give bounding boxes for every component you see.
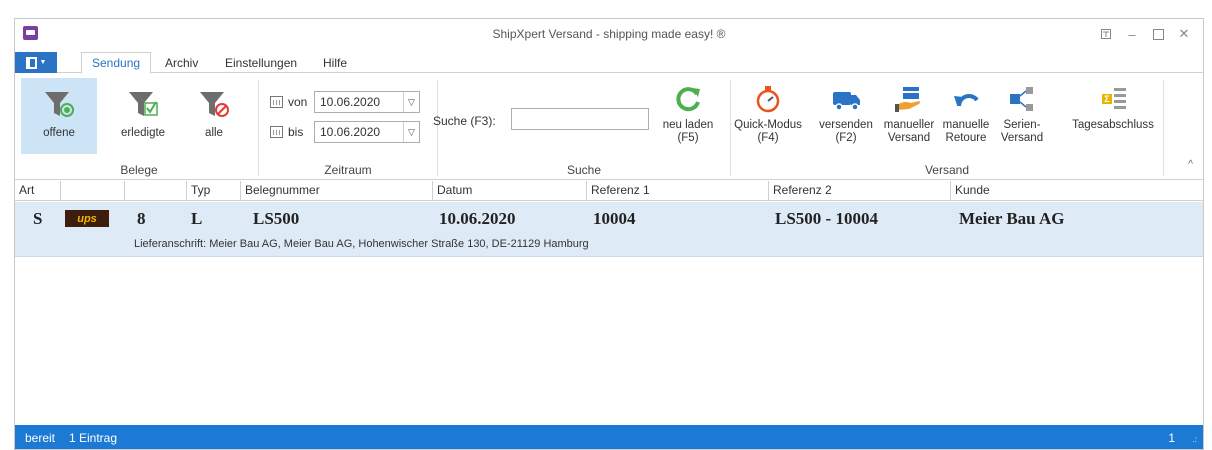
calendar-icon	[270, 96, 283, 108]
delivery-address: Lieferanschrift: Meier Bau AG, Meier Bau…	[134, 238, 589, 250]
app-window: ShipXpert Versand - shipping made easy! …	[14, 18, 1204, 450]
group-label-suche: Suche	[566, 163, 602, 177]
separator	[258, 80, 259, 176]
status-count: 1 Eintrag	[69, 431, 118, 445]
group-label-zeitraum: Zeitraum	[324, 163, 372, 177]
cell-belegnummer: LS500	[253, 209, 300, 228]
close-button[interactable]: ✕	[1171, 23, 1197, 45]
truck-icon	[833, 92, 860, 111]
column-datum[interactable]: Datum	[433, 181, 587, 201]
separator	[730, 80, 731, 176]
chevron-down-icon[interactable]: ▽	[403, 122, 419, 142]
group-label-belege: Belege	[120, 163, 158, 177]
cell-kunde: Meier Bau AG	[959, 209, 1065, 228]
column-typ[interactable]: Typ	[187, 181, 241, 201]
window-title: ShipXpert Versand - shipping made easy! …	[492, 27, 726, 41]
date-to-picker[interactable]: 10.06.2020 ▽	[314, 121, 420, 143]
resize-grip-icon[interactable]: .:	[1193, 435, 1197, 444]
svg-text:Σ: Σ	[1104, 94, 1110, 104]
hand-package-icon	[895, 87, 920, 112]
tab-sendung[interactable]: Sendung	[81, 52, 152, 74]
tab-archiv[interactable]: Archiv	[155, 54, 208, 74]
filter-done-icon	[129, 92, 158, 116]
cell-typ: L	[191, 209, 203, 228]
erledigte-button[interactable]: erledigte	[105, 78, 181, 154]
column-count[interactable]	[125, 181, 187, 201]
serial-send-button[interactable]: Serien- Versand	[997, 78, 1047, 154]
ribbon-tabs: ▼ Sendung Archiv Einstellungen Hilfe	[15, 49, 1203, 74]
column-carrier[interactable]	[61, 181, 125, 201]
collapse-ribbon-icon[interactable]: ^	[1188, 159, 1193, 170]
file-menu-button[interactable]: ▼	[15, 52, 57, 73]
maximize-button[interactable]	[1145, 23, 1171, 45]
column-referenz2[interactable]: Referenz 2	[769, 181, 951, 201]
cell-referenz1: 10004	[593, 209, 636, 228]
refresh-icon	[676, 87, 700, 112]
separator	[1163, 80, 1164, 176]
pin-icon[interactable]	[1093, 23, 1119, 45]
search-input[interactable]	[511, 108, 649, 130]
summary-list-icon: Σ	[1102, 88, 1126, 109]
filter-all-icon	[200, 92, 229, 117]
date-to-row: bis 10.06.2020 ▽	[270, 121, 420, 143]
status-state: bereit	[25, 431, 56, 445]
quick-mode-button[interactable]: Quick-Modus (F4)	[733, 78, 803, 154]
cell-datum: 10.06.2020	[439, 209, 516, 228]
filter-open-icon	[45, 92, 74, 117]
ribbon: offene erledigte alle Belege von 10.06.2…	[15, 74, 1203, 180]
ups-logo-icon: ups	[65, 210, 109, 227]
column-kunde[interactable]: Kunde	[951, 181, 1203, 201]
column-referenz1[interactable]: Referenz 1	[587, 181, 769, 201]
manual-send-button[interactable]: manueller Versand	[881, 78, 937, 154]
cell-referenz2: LS500 - 10004	[775, 209, 878, 228]
status-page: 1	[1168, 431, 1175, 445]
stopwatch-icon	[756, 86, 780, 113]
offene-button[interactable]: offene	[21, 78, 97, 154]
menu-icon	[25, 56, 37, 69]
alle-button[interactable]: alle	[185, 78, 243, 154]
manual-return-button[interactable]: manuelle Retoure	[939, 78, 993, 154]
status-bar: bereit 1 Eintrag 1 .:	[15, 425, 1203, 449]
chevron-down-icon[interactable]: ▽	[403, 92, 419, 112]
cell-count: 8	[137, 209, 146, 228]
date-from-picker[interactable]: 10.06.2020 ▽	[314, 91, 420, 113]
cell-art: S	[33, 209, 43, 228]
minimize-button[interactable]: –	[1119, 23, 1145, 45]
table-header: Art Typ Belegnummer Datum Referenz 1 Ref…	[15, 181, 1203, 201]
tab-einstellungen[interactable]: Einstellungen	[215, 54, 307, 74]
reload-button[interactable]: neu laden (F5)	[659, 78, 717, 154]
daily-close-button[interactable]: Σ Tagesabschluss	[1065, 78, 1161, 154]
search-label: Suche (F3):	[433, 114, 496, 128]
tab-hilfe[interactable]: Hilfe	[313, 54, 357, 74]
undo-icon	[954, 94, 979, 107]
separator	[437, 80, 438, 176]
calendar-icon	[270, 126, 283, 138]
send-button[interactable]: versenden (F2)	[811, 78, 881, 154]
title-bar: ShipXpert Versand - shipping made easy! …	[15, 19, 1203, 49]
group-label-versand: Versand	[924, 163, 970, 177]
table-row[interactable]: S ups 8 L LS500 10.06.2020 10004 LS500 -…	[15, 202, 1203, 257]
column-art[interactable]: Art	[15, 181, 61, 201]
date-from-row: von 10.06.2020 ▽	[270, 91, 420, 113]
serial-icon	[1010, 87, 1033, 111]
column-belegnummer[interactable]: Belegnummer	[241, 181, 433, 201]
